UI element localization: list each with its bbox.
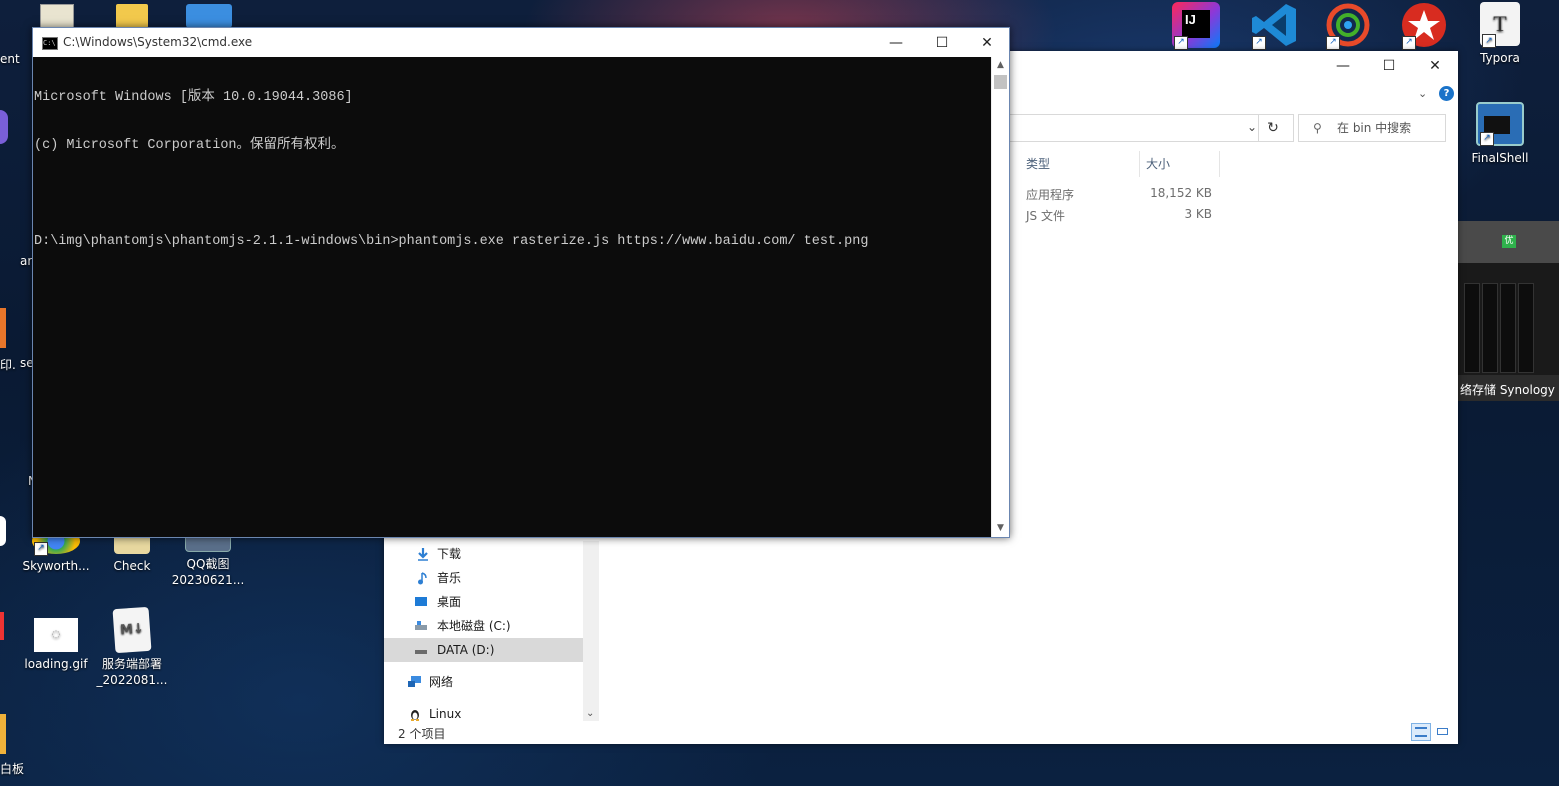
synology-window-partial[interactable]: 优 络存储 Synology <box>1458 221 1559 401</box>
nav-label: 网络 <box>429 675 454 689</box>
recommend-badge: 优 <box>1502 235 1516 248</box>
desktop-icon-label: Skyworth... <box>22 559 90 573</box>
navigation-pane[interactable]: 下载 音乐 桌面 本地磁盘 (C:) DATA (D:) 网络 Linux <box>384 539 583 721</box>
edge-label-1: ent <box>0 52 20 66</box>
refresh-icon: ↻ <box>1267 120 1279 136</box>
desktop-icon-loading-gif[interactable]: ◌ loading.gif <box>14 618 98 672</box>
nav-label: DATA (D:) <box>437 643 495 657</box>
close-button[interactable]: ✕ <box>1412 51 1458 81</box>
file-row[interactable]: 应用程序 18,152 KB <box>1020 183 1220 203</box>
edge-icon-2[interactable] <box>0 308 6 348</box>
file-size: 18,152 KB <box>1150 186 1212 200</box>
nav-item-downloads[interactable]: 下载 <box>384 542 583 566</box>
cmd-console-output[interactable]: Microsoft Windows [版本 10.0.19044.3086] (… <box>33 57 991 537</box>
desktop-icon <box>415 597 427 606</box>
nav-label: 音乐 <box>437 571 462 585</box>
address-dropdown-icon[interactable]: ⌄ <box>1247 120 1257 134</box>
nav-label: 桌面 <box>437 595 462 609</box>
nav-scrollbar[interactable]: ⌄ <box>583 541 599 721</box>
file-row[interactable]: JS 文件 3 KB <box>1020 204 1220 224</box>
nav-label: 下载 <box>437 547 462 561</box>
nav-item-network[interactable]: 网络 <box>384 670 583 694</box>
ribbon-expand-icon[interactable]: ⌄ <box>1418 87 1427 100</box>
synology-label: 络存储 Synology <box>1460 383 1555 397</box>
maximize-button[interactable]: ☐ <box>1366 51 1412 81</box>
desktop-icon-label: QQ截图 20230621... <box>171 557 245 587</box>
desktop-icon-finalshell[interactable]: ↗ FinalShell <box>1458 102 1542 166</box>
console-line: (c) Microsoft Corporation。保留所有权利。 <box>34 138 345 153</box>
edge-icon-3[interactable] <box>0 516 6 546</box>
file-type: 应用程序 <box>1026 188 1075 202</box>
file-type: JS 文件 <box>1026 209 1065 223</box>
markdown-file-icon: M↓ <box>112 606 152 654</box>
file-size: 3 KB <box>1184 207 1212 221</box>
search-input[interactable]: ⚲ 在 bin 中搜索 <box>1298 114 1446 142</box>
cmd-minimize-button[interactable]: — <box>873 28 919 57</box>
gif-file-icon: ◌ <box>34 618 78 652</box>
status-bar-text: 2 个项目 <box>398 727 446 741</box>
nav-label: Linux <box>429 707 462 721</box>
music-icon <box>418 572 427 585</box>
desktop-icon-label: 服务端部署 _2022081... <box>96 657 168 687</box>
drive-icon <box>415 621 427 630</box>
desktop-icon-label: FinalShell <box>1471 151 1529 165</box>
details-view-button[interactable] <box>1411 723 1431 741</box>
column-header-type[interactable]: 类型 <box>1020 151 1140 177</box>
desktop-icon-partial-2[interactable] <box>116 4 148 28</box>
nav-item-drive-d[interactable]: DATA (D:) <box>384 638 583 662</box>
cmd-maximize-button[interactable]: ☐ <box>919 28 965 57</box>
desktop-icon-label: Check <box>113 559 151 573</box>
nav-item-linux[interactable]: Linux <box>384 702 583 726</box>
anaconda-icon[interactable]: ↗ <box>1324 2 1372 50</box>
nav-item-drive-c[interactable]: 本地磁盘 (C:) <box>384 614 583 638</box>
network-icon <box>408 676 421 687</box>
search-icon: ⚲ <box>1313 121 1322 135</box>
large-icons-view-button[interactable] <box>1435 725 1451 739</box>
edge-icon-1[interactable] <box>0 110 8 144</box>
typora-icon: T ↗ <box>1480 2 1520 48</box>
search-placeholder: 在 bin 中搜索 <box>1337 121 1412 135</box>
desktop-icon-partial-3[interactable] <box>186 4 232 28</box>
linux-icon <box>411 710 419 721</box>
edge-label-3: 印. <box>0 358 16 372</box>
edge-label-6: 白板 <box>0 762 25 776</box>
help-icon[interactable]: ? <box>1439 86 1454 101</box>
desktop-icon-label: loading.gif <box>24 657 88 671</box>
minimize-button[interactable]: — <box>1320 51 1366 81</box>
drive-icon <box>415 650 427 654</box>
cmd-scrollbar[interactable]: ▲ ▼ <box>991 57 1009 537</box>
address-bar[interactable]: ⌄ <box>1002 114 1294 142</box>
scroll-thumb[interactable] <box>994 75 1007 89</box>
nav-item-music[interactable]: 音乐 <box>384 566 583 590</box>
scroll-up-icon[interactable]: ▲ <box>992 57 1009 74</box>
cmd-app-icon: C:\ <box>42 37 58 50</box>
edge-label-2: ar <box>20 254 33 268</box>
column-header-size[interactable]: 大小 <box>1140 151 1220 177</box>
desktop-icon-label: Typora <box>1480 51 1520 65</box>
scroll-down-icon[interactable]: ▼ <box>992 520 1009 537</box>
desktop-icon-markdown[interactable]: M↓ 服务端部署 _2022081... <box>90 606 174 688</box>
cmd-window[interactable]: C:\ C:\Windows\System32\cmd.exe — ☐ ✕ Mi… <box>32 27 1010 538</box>
scroll-down-icon[interactable]: ⌄ <box>586 708 594 719</box>
console-line: D:\img\phantomjs\phantomjs-2.1.1-windows… <box>34 234 869 249</box>
finalshell-icon: ↗ <box>1476 102 1524 146</box>
vscode-icon[interactable]: ↗ <box>1250 2 1298 50</box>
intellij-idea-icon[interactable]: IJ ↗ <box>1172 2 1220 50</box>
cmd-close-button[interactable]: ✕ <box>964 28 1010 57</box>
desktop-icon-typora[interactable]: T ↗ Typora <box>1458 2 1542 66</box>
cmd-title-text: C:\Windows\System32\cmd.exe <box>63 35 253 49</box>
nav-item-desktop[interactable]: 桌面 <box>384 590 583 614</box>
refresh-button[interactable]: ↻ <box>1258 114 1287 142</box>
console-line: Microsoft Windows [版本 10.0.19044.3086] <box>34 90 353 105</box>
cmd-titlebar[interactable]: C:\ C:\Windows\System32\cmd.exe — ☐ ✕ <box>33 28 1009 57</box>
edge-icon-5[interactable] <box>0 714 6 754</box>
edge-icon-4[interactable] <box>0 612 4 640</box>
download-icon <box>418 548 428 561</box>
nav-label: 本地磁盘 (C:) <box>437 619 511 633</box>
redis-icon[interactable]: ↗ <box>1400 2 1448 50</box>
